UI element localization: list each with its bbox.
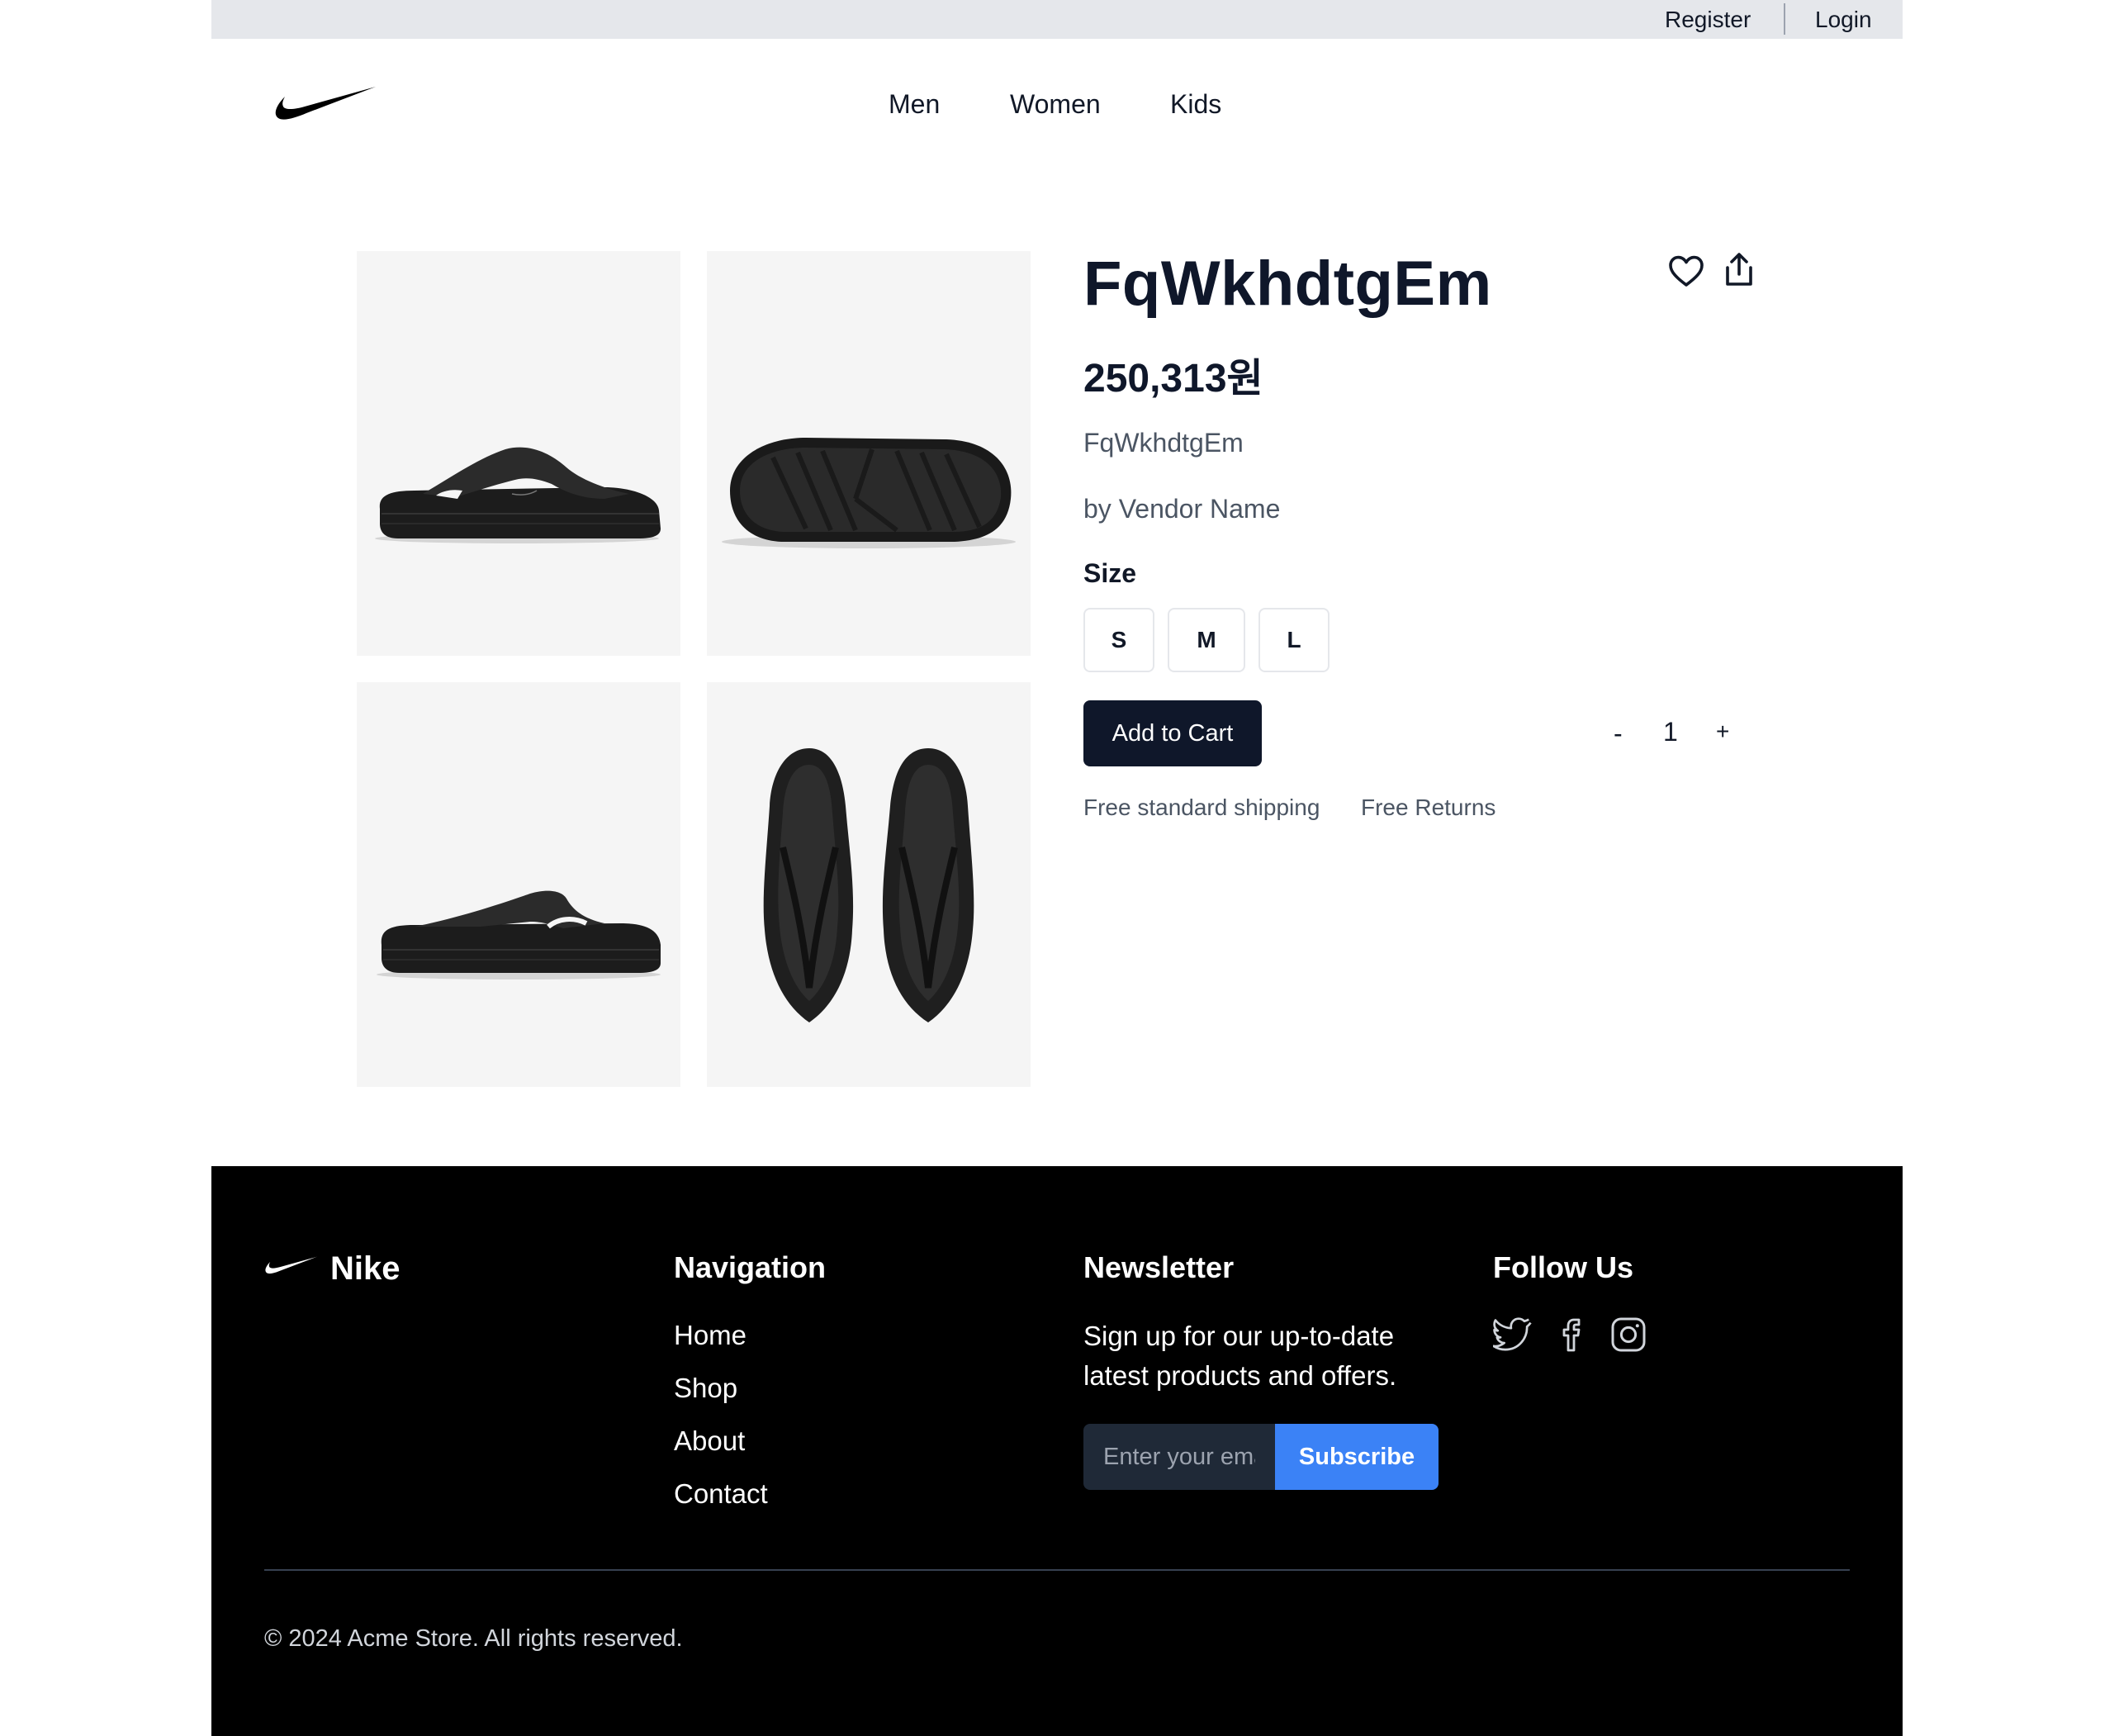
- page: Register Login Men Women Kids FqWkhdtgEm…: [211, 0, 1903, 1736]
- product-image-1[interactable]: [357, 251, 680, 656]
- facebook-icon[interactable]: [1552, 1315, 1592, 1354]
- copyright-text: © 2024 Acme Store. All rights reserved.: [264, 1625, 683, 1652]
- footer-link-contact[interactable]: Contact: [674, 1478, 768, 1510]
- twitter-icon[interactable]: [1493, 1315, 1533, 1354]
- size-option-s[interactable]: S: [1083, 608, 1154, 672]
- perk-shipping: Free standard shipping: [1083, 794, 1320, 820]
- instagram-icon[interactable]: [1609, 1315, 1648, 1354]
- size-label: Size: [1083, 558, 1137, 588]
- subscribe-button[interactable]: Subscribe: [1275, 1424, 1439, 1490]
- login-link[interactable]: Login: [1815, 7, 1872, 33]
- footer-link-shop[interactable]: Shop: [674, 1373, 737, 1404]
- quantity-value: 1: [1663, 717, 1678, 747]
- footer-link-home[interactable]: Home: [674, 1320, 747, 1351]
- product-image-3[interactable]: [357, 682, 680, 1087]
- register-link[interactable]: Register: [1665, 7, 1751, 33]
- add-to-cart-button[interactable]: Add to Cart: [1083, 700, 1262, 766]
- footer-divider: [264, 1569, 1850, 1571]
- sandal-sole-view: [722, 438, 1016, 548]
- footer-link-about[interactable]: About: [674, 1425, 745, 1457]
- footer: Nike Navigation Home Shop About Contact …: [211, 1166, 1903, 1736]
- footer-navigation-heading: Navigation: [674, 1250, 827, 1284]
- footer-follow-heading: Follow Us: [1493, 1250, 1633, 1284]
- share-icon[interactable]: [1719, 249, 1759, 291]
- perk-returns: Free Returns: [1361, 794, 1496, 820]
- sandal-side-view-alt: [377, 890, 661, 979]
- newsletter-description: Sign up for our up-to-date latest produc…: [1083, 1321, 1397, 1391]
- product-image-4[interactable]: [707, 682, 1031, 1087]
- product-title: FqWkhdtgEm: [1083, 249, 1492, 319]
- top-bar: Register Login: [211, 0, 1903, 39]
- size-option-m[interactable]: M: [1168, 608, 1245, 672]
- nike-swoosh-icon[interactable]: [273, 85, 376, 125]
- quantity-increase-button[interactable]: +: [1716, 719, 1729, 745]
- footer-newsletter-heading: Newsletter: [1083, 1250, 1235, 1284]
- nav-kids[interactable]: Kids: [1170, 89, 1221, 120]
- nike-swoosh-icon[interactable]: [264, 1254, 317, 1278]
- topbar-divider: [1784, 3, 1785, 35]
- product-image-2[interactable]: [707, 251, 1031, 656]
- product-subtitle: FqWkhdtgEm: [1083, 428, 1244, 458]
- nav-women[interactable]: Women: [1010, 89, 1101, 120]
- quantity-decrease-button[interactable]: -: [1614, 719, 1623, 749]
- footer-brand-name: Nike: [330, 1250, 401, 1287]
- nav-men[interactable]: Men: [889, 89, 940, 120]
- heart-icon[interactable]: [1666, 251, 1706, 291]
- newsletter-email-input[interactable]: [1083, 1424, 1275, 1490]
- product-vendor: by Vendor Name: [1083, 494, 1281, 524]
- product-price: 250,313원: [1083, 357, 1263, 401]
- sandal-side-view: [375, 447, 661, 543]
- sandal-pair-top-view: [763, 748, 974, 1022]
- size-option-l[interactable]: L: [1258, 608, 1330, 672]
